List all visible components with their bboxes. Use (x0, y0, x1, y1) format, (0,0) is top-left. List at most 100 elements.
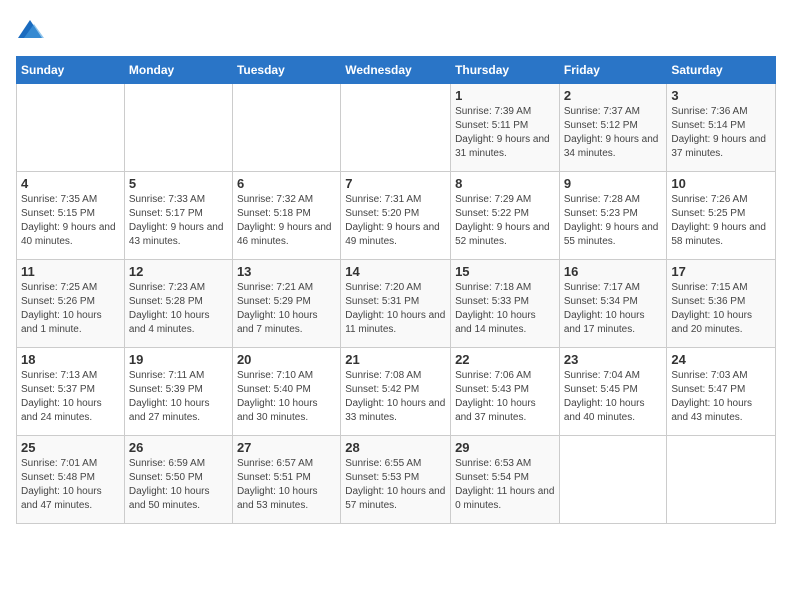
calendar-table: SundayMondayTuesdayWednesdayThursdayFrid… (16, 56, 776, 524)
day-detail: Sunrise: 7:39 AMSunset: 5:11 PMDaylight:… (455, 105, 555, 161)
day-number: 17 (671, 264, 771, 279)
page-header (16, 16, 776, 44)
day-number: 2 (564, 88, 663, 103)
day-detail: Sunrise: 7:31 AMSunset: 5:20 PMDaylight:… (345, 193, 446, 249)
calendar-cell: 9Sunrise: 7:28 AMSunset: 5:23 PMDaylight… (559, 172, 667, 260)
day-detail: Sunrise: 6:55 AMSunset: 5:53 PMDaylight:… (345, 457, 446, 513)
day-detail: Sunrise: 7:32 AMSunset: 5:18 PMDaylight:… (237, 193, 336, 249)
day-number: 13 (237, 264, 336, 279)
day-detail: Sunrise: 7:25 AMSunset: 5:26 PMDaylight:… (21, 281, 120, 337)
day-number: 3 (671, 88, 771, 103)
day-detail: Sunrise: 7:28 AMSunset: 5:23 PMDaylight:… (564, 193, 663, 249)
calendar-cell (559, 436, 667, 524)
day-detail: Sunrise: 7:29 AMSunset: 5:22 PMDaylight:… (455, 193, 555, 249)
day-detail: Sunrise: 7:36 AMSunset: 5:14 PMDaylight:… (671, 105, 771, 161)
day-header-thursday: Thursday (451, 57, 560, 84)
day-detail: Sunrise: 7:37 AMSunset: 5:12 PMDaylight:… (564, 105, 663, 161)
logo-icon (16, 16, 44, 44)
day-number: 21 (345, 352, 446, 367)
calendar-cell: 4 Sunrise: 7:35 AMSunset: 5:15 PMDaylight… (17, 172, 125, 260)
day-detail: Sunrise: 7:10 AMSunset: 5:40 PMDaylight:… (237, 369, 336, 425)
calendar-cell: 7 Sunrise: 7:31 AMSunset: 5:20 PMDaylight… (341, 172, 451, 260)
day-detail: Sunrise: 7:21 AMSunset: 5:29 PMDaylight:… (237, 281, 336, 337)
day-header-wednesday: Wednesday (341, 57, 451, 84)
week-row-4: 18 Sunrise: 7:13 AMSunset: 5:37 PMDayligh… (17, 348, 776, 436)
calendar-cell: 28 Sunrise: 6:55 AMSunset: 5:53 PMDayligh… (341, 436, 451, 524)
calendar-cell: 14 Sunrise: 7:20 AMSunset: 5:31 PMDayligh… (341, 260, 451, 348)
day-detail: Sunrise: 7:33 AMSunset: 5:17 PMDaylight:… (129, 193, 228, 249)
day-number: 19 (129, 352, 228, 367)
calendar-cell: 11 Sunrise: 7:25 AMSunset: 5:26 PMDayligh… (17, 260, 125, 348)
calendar-cell: 15 Sunrise: 7:18 AMSunset: 5:33 PMDayligh… (451, 260, 560, 348)
day-number: 5 (129, 176, 228, 191)
calendar-cell (232, 84, 340, 172)
calendar-cell: 29 Sunrise: 6:53 AMSunset: 5:54 PMDayligh… (451, 436, 560, 524)
day-header-friday: Friday (559, 57, 667, 84)
day-detail: Sunrise: 7:11 AMSunset: 5:39 PMDaylight:… (129, 369, 228, 425)
day-number: 26 (129, 440, 228, 455)
day-header-saturday: Saturday (667, 57, 776, 84)
day-detail: Sunrise: 7:06 AMSunset: 5:43 PMDaylight:… (455, 369, 555, 425)
day-number: 24 (671, 352, 771, 367)
calendar-cell: 17 Sunrise: 7:15 AMSunset: 5:36 PMDayligh… (667, 260, 776, 348)
calendar-cell: 10Sunrise: 7:26 AMSunset: 5:25 PMDayligh… (667, 172, 776, 260)
calendar-cell: 25 Sunrise: 7:01 AMSunset: 5:48 PMDayligh… (17, 436, 125, 524)
calendar-cell: 27Sunrise: 6:57 AMSunset: 5:51 PMDayligh… (232, 436, 340, 524)
calendar-cell: 22 Sunrise: 7:06 AMSunset: 5:43 PMDayligh… (451, 348, 560, 436)
day-detail: Sunrise: 7:23 AMSunset: 5:28 PMDaylight:… (129, 281, 228, 337)
calendar-cell: 23 Sunrise: 7:04 AMSunset: 5:45 PMDayligh… (559, 348, 667, 436)
calendar-cell: 21 Sunrise: 7:08 AMSunset: 5:42 PMDayligh… (341, 348, 451, 436)
day-detail: Sunrise: 6:59 AMSunset: 5:50 PMDaylight:… (129, 457, 228, 513)
day-number: 18 (21, 352, 120, 367)
day-detail: Sunrise: 7:26 AMSunset: 5:25 PMDaylight:… (671, 193, 771, 249)
calendar-cell: 2 Sunrise: 7:37 AMSunset: 5:12 PMDaylight… (559, 84, 667, 172)
logo (16, 16, 48, 44)
day-detail: Sunrise: 7:17 AMSunset: 5:34 PMDaylight:… (564, 281, 663, 337)
day-detail: Sunrise: 7:35 AMSunset: 5:15 PMDaylight:… (21, 193, 120, 249)
day-number: 14 (345, 264, 446, 279)
day-number: 15 (455, 264, 555, 279)
calendar-cell (17, 84, 125, 172)
day-detail: Sunrise: 7:15 AMSunset: 5:36 PMDaylight:… (671, 281, 771, 337)
day-detail: Sunrise: 7:04 AMSunset: 5:45 PMDaylight:… (564, 369, 663, 425)
day-number: 29 (455, 440, 555, 455)
day-number: 25 (21, 440, 120, 455)
calendar-cell: 19 Sunrise: 7:11 AMSunset: 5:39 PMDayligh… (124, 348, 232, 436)
day-detail: Sunrise: 7:01 AMSunset: 5:48 PMDaylight:… (21, 457, 120, 513)
calendar-cell: 18 Sunrise: 7:13 AMSunset: 5:37 PMDayligh… (17, 348, 125, 436)
calendar-cell: 8 Sunrise: 7:29 AMSunset: 5:22 PMDaylight… (451, 172, 560, 260)
day-number: 4 (21, 176, 120, 191)
calendar-cell (667, 436, 776, 524)
day-number: 20 (237, 352, 336, 367)
calendar-cell: 5 Sunrise: 7:33 AMSunset: 5:17 PMDaylight… (124, 172, 232, 260)
day-number: 16 (564, 264, 663, 279)
day-detail: Sunrise: 6:57 AMSunset: 5:51 PMDaylight:… (237, 457, 336, 513)
day-number: 12 (129, 264, 228, 279)
calendar-cell: 16 Sunrise: 7:17 AMSunset: 5:34 PMDayligh… (559, 260, 667, 348)
day-number: 7 (345, 176, 446, 191)
day-header-monday: Monday (124, 57, 232, 84)
day-number: 8 (455, 176, 555, 191)
day-detail: Sunrise: 7:20 AMSunset: 5:31 PMDaylight:… (345, 281, 446, 337)
calendar-cell: 24 Sunrise: 7:03 AMSunset: 5:47 PMDayligh… (667, 348, 776, 436)
day-number: 23 (564, 352, 663, 367)
day-number: 1 (455, 88, 555, 103)
week-row-1: 1 Sunrise: 7:39 AMSunset: 5:11 PMDaylight… (17, 84, 776, 172)
calendar-cell: 6 Sunrise: 7:32 AMSunset: 5:18 PMDaylight… (232, 172, 340, 260)
day-number: 6 (237, 176, 336, 191)
day-number: 22 (455, 352, 555, 367)
week-row-5: 25 Sunrise: 7:01 AMSunset: 5:48 PMDayligh… (17, 436, 776, 524)
day-detail: Sunrise: 7:08 AMSunset: 5:42 PMDaylight:… (345, 369, 446, 425)
day-number: 11 (21, 264, 120, 279)
day-detail: Sunrise: 7:13 AMSunset: 5:37 PMDaylight:… (21, 369, 120, 425)
calendar-cell: 20 Sunrise: 7:10 AMSunset: 5:40 PMDayligh… (232, 348, 340, 436)
day-number: 28 (345, 440, 446, 455)
calendar-cell: 12 Sunrise: 7:23 AMSunset: 5:28 PMDayligh… (124, 260, 232, 348)
day-detail: Sunrise: 7:18 AMSunset: 5:33 PMDaylight:… (455, 281, 555, 337)
day-header-tuesday: Tuesday (232, 57, 340, 84)
week-row-3: 11 Sunrise: 7:25 AMSunset: 5:26 PMDayligh… (17, 260, 776, 348)
calendar-cell (124, 84, 232, 172)
day-detail: Sunrise: 6:53 AMSunset: 5:54 PMDaylight:… (455, 457, 555, 513)
calendar-cell: 13 Sunrise: 7:21 AMSunset: 5:29 PMDayligh… (232, 260, 340, 348)
day-detail: Sunrise: 7:03 AMSunset: 5:47 PMDaylight:… (671, 369, 771, 425)
